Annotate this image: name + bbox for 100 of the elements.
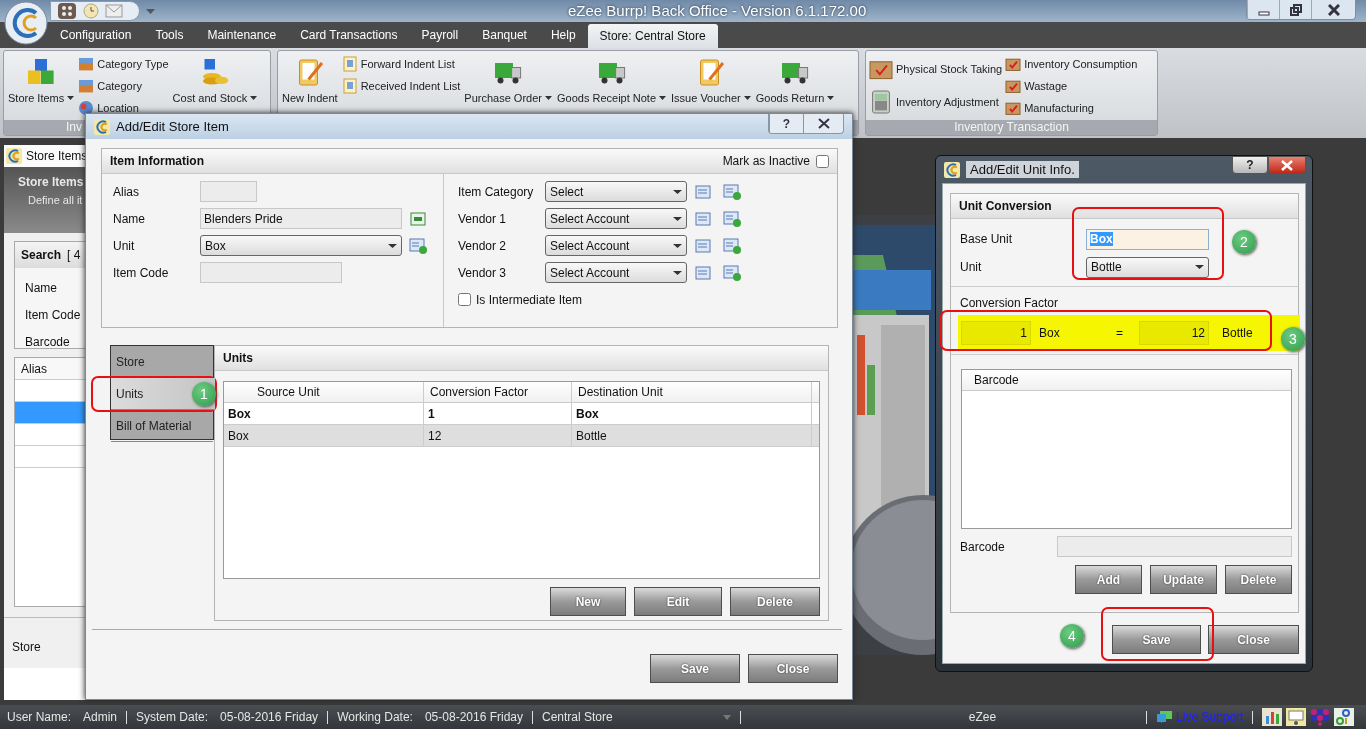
menu-tab[interactable]: Tools <box>143 24 196 46</box>
input-field[interactable]: 12 <box>1139 321 1209 345</box>
list-icon[interactable] <box>695 238 711 253</box>
panel-title: Units <box>215 346 828 371</box>
close-icon[interactable] <box>817 118 830 129</box>
ribbon-button[interactable]: Inventory Adjustment <box>869 87 1003 117</box>
status-text: eZee <box>968 710 997 724</box>
mail-icon[interactable] <box>105 4 123 18</box>
text-icon[interactable] <box>410 211 426 226</box>
ribbon-button[interactable]: Category <box>78 76 169 95</box>
apps-icon[interactable] <box>57 2 77 20</box>
cubes-icon <box>26 57 57 87</box>
ribbon-button[interactable]: Goods Receipt Note <box>556 54 668 110</box>
input-field[interactable]: 1 <box>961 321 1031 345</box>
window-title: eZee Burrp! Back Office - Version 6.1.172.00 <box>568 2 867 19</box>
header-subtitle: Define all it <box>28 194 84 206</box>
header-title: Store Items <box>18 175 85 189</box>
ribbon-button[interactable]: Wastage <box>1005 76 1138 95</box>
ribbon-button[interactable]: Cost and Stock <box>171 54 259 110</box>
field-label: Barcode <box>25 334 70 349</box>
table-cell: Box <box>572 403 812 424</box>
unit-label: Box <box>1039 326 1061 340</box>
checkbox-label: Is Intermediate Item <box>476 292 583 307</box>
column-header: Alias <box>21 361 47 376</box>
close-icon[interactable] <box>1327 3 1340 16</box>
group-label: Inventory Transaction <box>866 120 1157 135</box>
document-icon <box>341 77 358 94</box>
unit-dropdown[interactable]: Box <box>200 235 402 256</box>
menu-tab[interactable]: Maintenance <box>195 24 289 46</box>
list-icon[interactable] <box>695 265 711 280</box>
dots-icon[interactable] <box>1310 708 1331 726</box>
dialog-title: Add/Edit Store Item <box>116 119 229 134</box>
caret-icon[interactable] <box>146 7 155 15</box>
side-tab[interactable]: Units 1 <box>111 378 215 410</box>
caret-icon <box>1195 265 1204 269</box>
field-label: Item Code <box>25 307 81 322</box>
input-field[interactable]: Blenders Pride <box>200 208 402 229</box>
column-header: Source Unit <box>224 382 424 402</box>
list-icon[interactable] <box>695 211 711 226</box>
ribbon-button[interactable]: Forward Indent List <box>341 54 461 73</box>
menu-tab[interactable]: Banquet <box>470 24 539 46</box>
grid-row[interactable] <box>15 402 85 424</box>
add-list-icon[interactable] <box>409 237 427 254</box>
ribbon-button[interactable]: Received Indent List <box>341 76 461 95</box>
ribbon-button[interactable]: Category Type <box>78 54 169 73</box>
add-list-icon[interactable] <box>723 237 741 254</box>
chart-icon[interactable] <box>1262 708 1283 726</box>
dropdown[interactable]: Select Account <box>545 208 687 229</box>
calculator-icon <box>869 90 893 114</box>
checkbox[interactable] <box>816 154 829 168</box>
add-list-icon[interactable] <box>723 210 741 227</box>
restore-icon[interactable] <box>1289 3 1302 16</box>
column-header: Destination Unit <box>572 382 812 402</box>
input-field[interactable] <box>200 262 342 283</box>
field-label: Vendor 2 <box>458 238 508 253</box>
side-tab[interactable]: Bill of Material <box>111 410 213 442</box>
unit-label: Bottle <box>1222 326 1253 340</box>
menu-tab[interactable]: Card Transactions <box>288 24 410 46</box>
presentation-icon[interactable] <box>1286 708 1307 726</box>
step-marker: 1 <box>192 382 216 406</box>
ribbon-button[interactable]: Manufacturing <box>1005 98 1138 117</box>
status-value: 05-08-2016 Friday <box>220 710 319 724</box>
help-button[interactable]: ? <box>1232 156 1268 174</box>
add-list-icon[interactable] <box>723 183 741 200</box>
field-label: Store <box>12 640 41 654</box>
table-cell: 1 <box>424 403 572 424</box>
field-label: Item Code <box>113 265 170 280</box>
clock-icon[interactable] <box>83 3 99 19</box>
ribbon-button[interactable]: Store Items <box>7 54 76 110</box>
dialog-title: Add/Edit Unit Info. <box>966 161 1079 178</box>
equals-sign: = <box>1116 326 1124 340</box>
ribbon-button[interactable]: Physical Stock Taking <box>869 54 1003 84</box>
checkbox[interactable] <box>458 293 471 306</box>
unit-dropdown[interactable]: Bottle <box>1086 256 1209 278</box>
dropdown[interactable]: Select Account <box>545 235 687 256</box>
dropdown[interactable]: Select Account <box>545 262 687 283</box>
ribbon-button[interactable]: Purchase Order <box>463 54 553 110</box>
selected-text: Box <box>1090 232 1113 246</box>
input-field[interactable] <box>1057 536 1292 557</box>
ribbon-button[interactable]: New Indent <box>281 54 339 110</box>
list-icon[interactable] <box>695 184 711 199</box>
dropdown[interactable]: Select <box>545 181 687 202</box>
add-list-icon[interactable] <box>723 264 741 281</box>
field-label: Name <box>113 211 146 226</box>
status-label: System Date: <box>136 710 209 724</box>
menu-tab[interactable]: Payroll <box>409 24 471 46</box>
menu-tab[interactable]: Help <box>538 24 588 46</box>
ribbon-button[interactable]: Goods Return <box>754 54 836 110</box>
ribbon-button[interactable]: Inventory Consumption <box>1005 54 1138 73</box>
caret-icon[interactable] <box>722 714 731 720</box>
menu-tab[interactable]: Store: Central Store <box>587 24 718 48</box>
ribbon-button[interactable]: Issue Voucher <box>670 54 752 110</box>
status-label: Working Date: <box>337 710 413 724</box>
input-field[interactable] <box>200 181 257 202</box>
field-label: Item Category <box>458 184 535 199</box>
search-count: [ 4 <box>67 248 81 262</box>
field-label: Vendor 3 <box>458 265 508 280</box>
table-cell: Bottle <box>572 425 812 446</box>
status-value: 05-08-2016 Friday <box>424 710 523 724</box>
menu-tab[interactable]: Configuration <box>48 24 144 46</box>
